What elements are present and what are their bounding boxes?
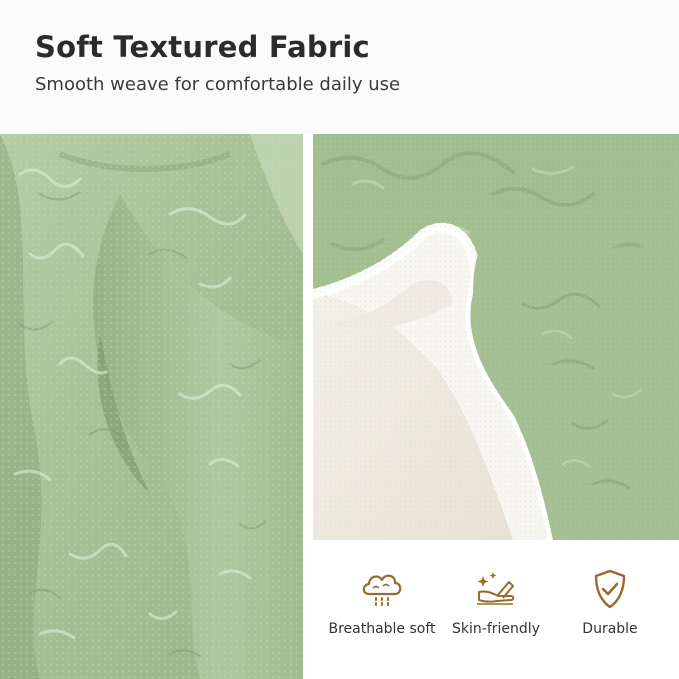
page-subtitle: Smooth weave for comfortable daily use — [35, 74, 401, 95]
feature-breathable: Breathable soft — [321, 568, 443, 637]
header: Soft Textured Fabric Smooth weave for co… — [0, 0, 679, 134]
fabric-closeup-image — [0, 134, 303, 679]
features-row: Breathable soft Skin-friendly Durable — [313, 540, 679, 679]
feature-skin-friendly: Skin-friendly — [435, 568, 557, 637]
feature-durable: Durable — [549, 568, 671, 637]
feature-label-breathable: Breathable soft — [328, 621, 436, 637]
shield-check-icon — [594, 569, 626, 609]
page-title: Soft Textured Fabric — [35, 30, 370, 64]
sherpa-backing-image — [313, 134, 679, 540]
feature-label-durable: Durable — [582, 621, 638, 637]
fabric-closeup-photo — [0, 134, 303, 679]
hand-sparkle-icon — [477, 572, 515, 605]
sherpa-backing-photo — [313, 134, 679, 540]
feature-label-skin-friendly: Skin-friendly — [452, 621, 540, 637]
breathable-cloud-icon — [362, 574, 402, 609]
